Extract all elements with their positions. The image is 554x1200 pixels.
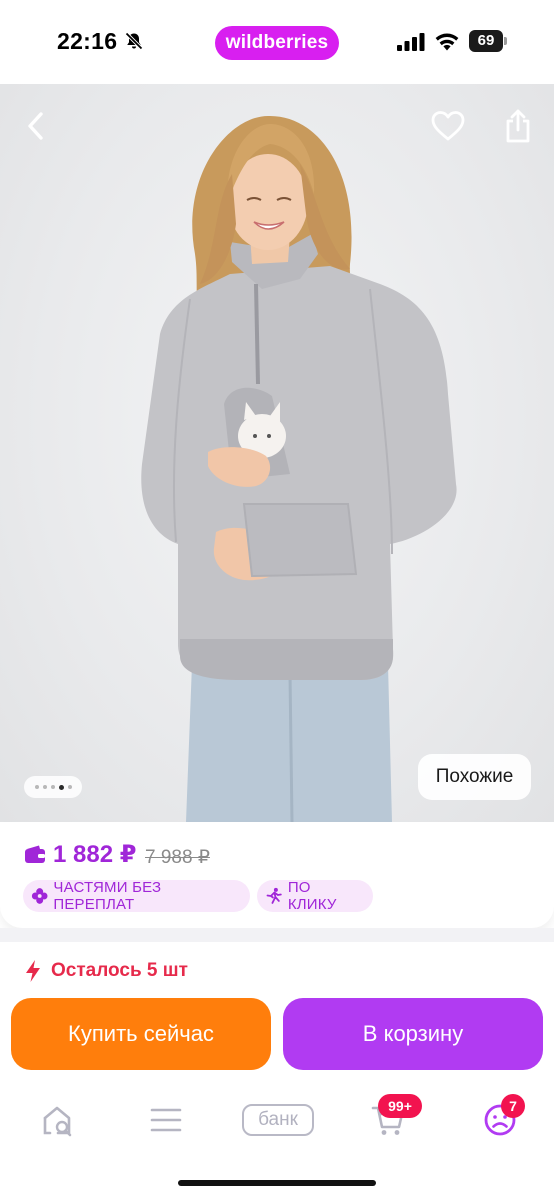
chevron-left-icon: [28, 112, 43, 140]
product-photo[interactable]: [0, 84, 554, 822]
one-click-chip[interactable]: ПО КЛИКУ: [257, 879, 373, 913]
signal-icon: [397, 33, 425, 51]
favorite-button[interactable]: [428, 106, 468, 146]
share-button[interactable]: [498, 106, 538, 146]
similar-button[interactable]: Похожие: [418, 754, 531, 800]
gallery-dot-active[interactable]: [58, 784, 64, 790]
old-price: 7 988 ₽: [145, 847, 210, 868]
product-gallery[interactable]: Похожие: [0, 84, 554, 822]
one-click-chip-label: ПО КЛИКУ: [287, 879, 337, 913]
price-card: 1 882 ₽ 7 988 ₽ ЧАСТЯМИ БЕЗ ПЕРЕПЛАТ ПО …: [0, 822, 554, 928]
home-indicator[interactable]: [178, 1180, 376, 1186]
home-search-icon: [43, 1106, 72, 1137]
stock-remaining: Осталось 5 шт: [51, 960, 188, 981]
nav-home[interactable]: [36, 1098, 80, 1142]
gallery-pagination: [24, 776, 82, 798]
installments-chip[interactable]: ЧАСТЯМИ БЕЗ ПЕРЕПЛАТ: [23, 879, 250, 913]
gallery-dot[interactable]: [42, 785, 47, 789]
profile-notification-badge: 7: [501, 1094, 525, 1118]
gallery-dot[interactable]: [34, 785, 39, 789]
wildberries-badge[interactable]: wildberries: [215, 26, 339, 60]
cart-count-badge: 99+: [378, 1094, 422, 1118]
status-time: 22:16: [57, 28, 118, 54]
wifi-icon: [435, 33, 459, 51]
nav-bank[interactable]: банк: [240, 1098, 316, 1142]
menu-icon: [150, 1108, 182, 1132]
lightning-icon: [26, 960, 40, 982]
battery-icon: 69: [469, 30, 507, 52]
section-divider: [0, 928, 554, 942]
back-button[interactable]: [16, 106, 56, 146]
parts-icon: [31, 888, 48, 904]
share-icon: [506, 109, 530, 143]
bell-slash-icon: [125, 32, 143, 50]
bottom-navigation: банк 99+ 7: [0, 1090, 554, 1200]
bank-label: банк: [242, 1104, 314, 1136]
wallet-icon: [25, 845, 45, 863]
status-bar: 22:16 wildberries 69: [0, 0, 554, 84]
battery-tip: [504, 37, 507, 45]
installments-chip-label: ЧАСТЯМИ БЕЗ ПЕРЕПЛАТ: [53, 879, 162, 913]
battery-level: 69: [469, 30, 503, 52]
nav-catalog[interactable]: [144, 1098, 188, 1142]
purchase-panel: Осталось 5 шт Купить сейчас В корзину: [0, 942, 554, 1090]
gallery-dot[interactable]: [67, 785, 72, 789]
current-price: 1 882 ₽: [53, 841, 137, 868]
buy-now-button[interactable]: Купить сейчас: [11, 998, 271, 1070]
gallery-dot[interactable]: [50, 785, 55, 789]
add-to-cart-button[interactable]: В корзину: [283, 998, 543, 1070]
heart-icon: [431, 111, 465, 141]
running-man-icon: [266, 887, 282, 904]
